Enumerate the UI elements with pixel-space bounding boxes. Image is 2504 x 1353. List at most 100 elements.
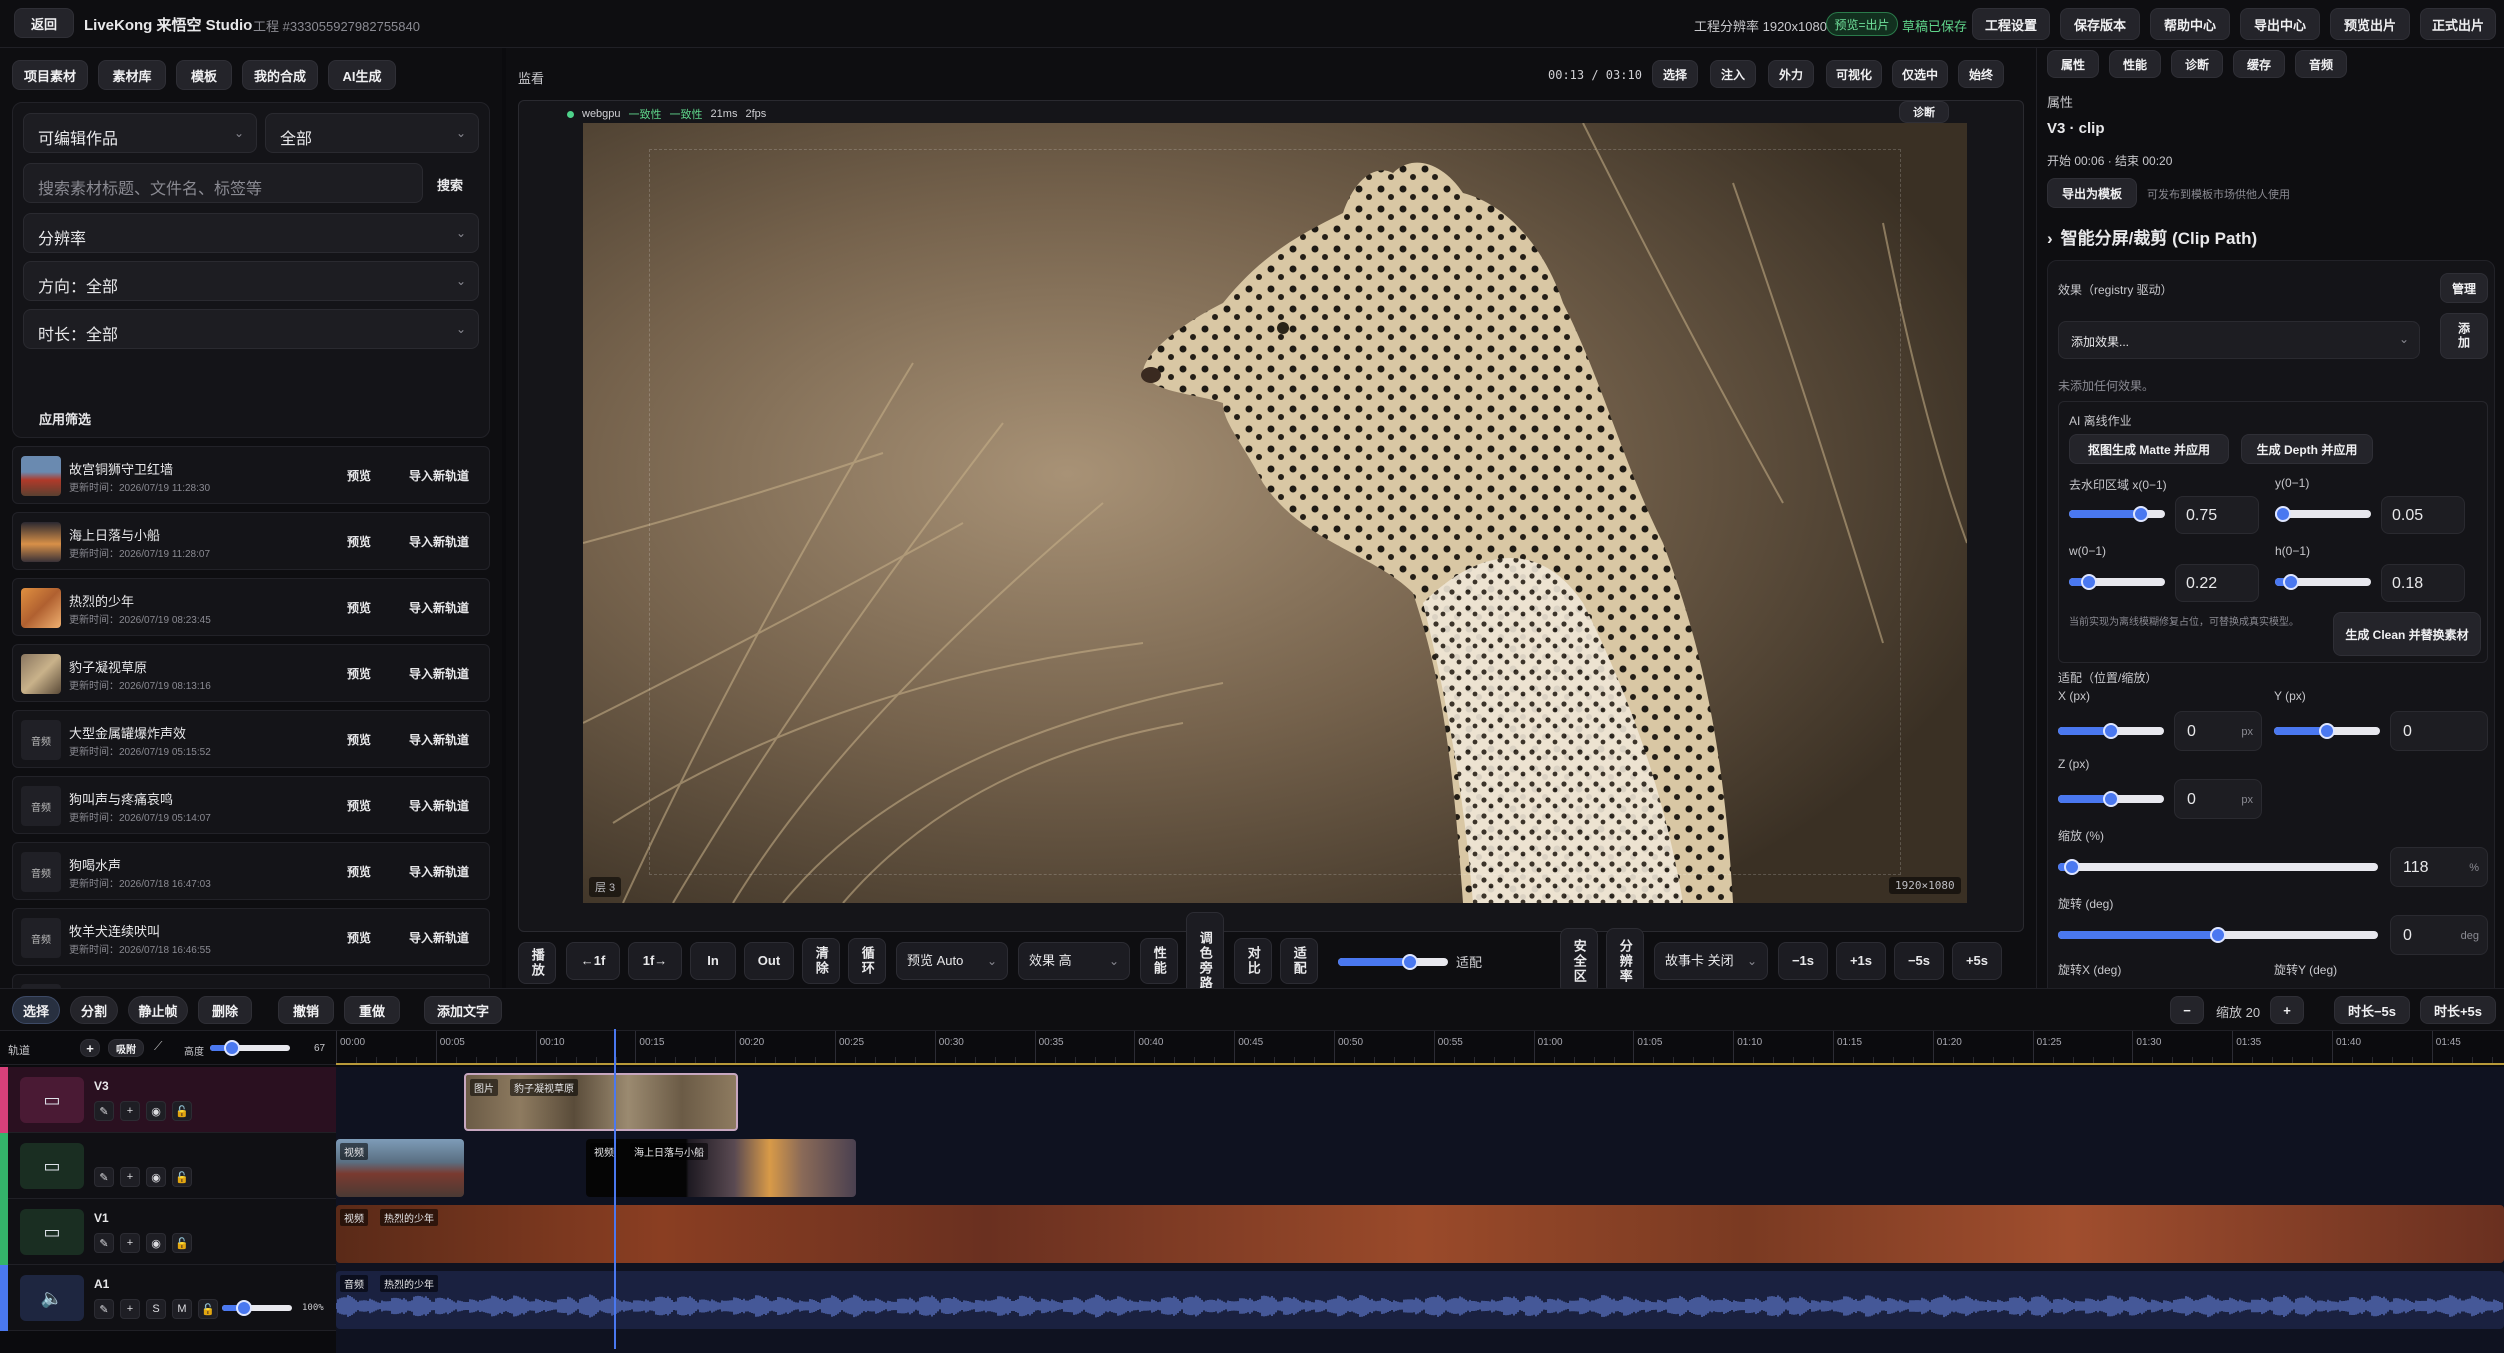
eye-icon[interactable]: ◉	[146, 1101, 166, 1121]
asset-preview-button[interactable]: 预览	[347, 731, 371, 748]
asset-item[interactable]: 音频 大型金属罐爆炸声效 更新时间：2026/07/19 05:15:52 预览 导入新…	[12, 710, 490, 768]
add-effect-select[interactable]: 添加效果... ⌄	[2058, 321, 2420, 359]
smart-split-header[interactable]: › 智能分屏/裁剪 (Clip Path)	[2047, 224, 2257, 249]
loop-button[interactable]: 循环	[848, 938, 886, 984]
zoom-slider[interactable]	[1338, 954, 1448, 970]
tab-project-assets[interactable]: 项目素材	[12, 60, 88, 90]
asset-import-button[interactable]: 导入新轨道	[409, 797, 469, 814]
back-button[interactable]: 返回	[14, 8, 74, 38]
safe-area-button[interactable]: 安全区	[1560, 928, 1598, 994]
duration-minus-button[interactable]: 时长−5s	[2334, 996, 2410, 1024]
freeze-frame-button[interactable]: 静止帧	[128, 996, 188, 1024]
tab-performance[interactable]: 性能	[2109, 50, 2161, 78]
audio-volume-slider[interactable]	[222, 1300, 292, 1316]
clip-leopard[interactable]: 图片 豹子凝视草原	[464, 1073, 738, 1131]
scale-input[interactable]: 118%	[2390, 847, 2488, 887]
clip-youth[interactable]: 视频 热烈的少年	[336, 1205, 2504, 1263]
tab-diagnostics[interactable]: 诊断	[2171, 50, 2223, 78]
search-input[interactable]: 搜索素材标题、文件名、标签等	[23, 163, 423, 203]
rotation-slider[interactable]	[2058, 927, 2378, 943]
zoom-out-button[interactable]: −	[2170, 996, 2204, 1024]
clear-button[interactable]: 清除	[802, 938, 840, 984]
plus-5s-button[interactable]: +5s	[1952, 942, 2002, 980]
select-tool-button[interactable]: 选择	[12, 996, 60, 1024]
z-slider[interactable]	[2058, 791, 2164, 807]
asset-import-button[interactable]: 导入新轨道	[409, 533, 469, 550]
asset-preview-button[interactable]: 预览	[347, 467, 371, 484]
apply-filter-button[interactable]: 应用筛选	[39, 409, 91, 428]
help-center-button[interactable]: 帮助中心	[2150, 8, 2230, 40]
export-center-button[interactable]: 导出中心	[2240, 8, 2320, 40]
clip-palace[interactable]: 视频	[336, 1139, 464, 1197]
plus-1s-button[interactable]: +1s	[1836, 942, 1886, 980]
track-header[interactable]: ▭ ✎ + ◉ 🔓	[0, 1133, 336, 1199]
search-button[interactable]: 搜索	[437, 175, 463, 194]
wm-x-slider[interactable]	[2069, 506, 2165, 522]
tab-templates[interactable]: 模板	[176, 60, 232, 90]
lock-icon[interactable]: 🔓	[172, 1167, 192, 1187]
duration-select[interactable]: 时长：全部 ⌄	[23, 309, 479, 349]
tool-always[interactable]: 始终	[1958, 60, 2004, 88]
resolution-select[interactable]: 分辨率 ⌄	[23, 213, 479, 253]
tool-select[interactable]: 选择	[1652, 60, 1698, 88]
wm-x-input[interactable]: 0.75	[2175, 496, 2259, 534]
clean-button[interactable]: 生成 Clean 并替换素材	[2333, 612, 2481, 656]
tool-visualize[interactable]: 可视化	[1826, 60, 1882, 88]
time-ruler[interactable]: 00:00 00:05 00:10 00:15 00:20 00:25 00:30 00:35…	[336, 1031, 2504, 1065]
performance-button[interactable]: 性能	[1140, 938, 1178, 984]
add-text-button[interactable]: 添加文字	[424, 996, 502, 1024]
asset-import-button[interactable]: 导入新轨道	[409, 929, 469, 946]
eye-icon[interactable]: ◉	[146, 1233, 166, 1253]
asset-import-button[interactable]: 导入新轨道	[409, 467, 469, 484]
filter-all-select[interactable]: 全部 ⌄	[265, 113, 479, 153]
tab-ai-generate[interactable]: AI生成	[328, 60, 396, 90]
duration-plus-button[interactable]: 时长+5s	[2420, 996, 2496, 1024]
asset-preview-button[interactable]: 预览	[347, 533, 371, 550]
add-icon[interactable]: +	[120, 1299, 140, 1319]
viewer[interactable]: webgpu 一致性 一致性 21ms 2fps 诊断 层 3 1920×108…	[518, 100, 2024, 932]
playhead[interactable]	[614, 1029, 616, 1349]
prev-frame-button[interactable]: ←1f	[566, 942, 620, 980]
resolution-button[interactable]: 分辨率	[1606, 928, 1644, 994]
tab-asset-library[interactable]: 素材库	[98, 60, 166, 90]
asset-item[interactable]: 音频 牧羊犬连续吠叫 更新时间：2026/07/18 16:46:55 预览 导入新轨道	[12, 908, 490, 966]
minus-5s-button[interactable]: −5s	[1894, 942, 1944, 980]
asset-item[interactable]: 音频 狗喝水声 更新时间：2026/07/18 16:47:03 预览 导入新轨道	[12, 842, 490, 900]
track-height-slider[interactable]	[210, 1040, 290, 1056]
asset-import-button[interactable]: 导入新轨道	[409, 731, 469, 748]
delete-button[interactable]: 删除	[198, 996, 252, 1024]
asset-import-button[interactable]: 导入新轨道	[409, 665, 469, 682]
wm-y-input[interactable]: 0.05	[2381, 496, 2465, 534]
project-settings-button[interactable]: 工程设置	[1972, 8, 2050, 40]
asset-item[interactable]: 海上日落与小船 更新时间：2026/07/19 11:28:07 预览 导入新轨道	[12, 512, 490, 570]
diagnose-button[interactable]: 诊断	[1899, 101, 1949, 123]
asset-preview-button[interactable]: 预览	[347, 665, 371, 682]
lock-icon[interactable]: 🔓	[172, 1101, 192, 1121]
asset-item[interactable]: 音频 狗叫声与疼痛哀鸣 更新时间：2026/07/19 05:14:07 预览 导入新轨…	[12, 776, 490, 834]
depth-button[interactable]: 生成 Depth 并应用	[2241, 434, 2373, 464]
next-frame-button[interactable]: 1f→	[628, 942, 682, 980]
asset-preview-button[interactable]: 预览	[347, 797, 371, 814]
pen-icon[interactable]: ✎	[94, 1101, 114, 1121]
tab-my-compositions[interactable]: 我的合成	[242, 60, 318, 90]
asset-preview-button[interactable]: 预览	[347, 599, 371, 616]
add-icon[interactable]: +	[120, 1101, 140, 1121]
final-render-button[interactable]: 正式出片	[2420, 8, 2496, 40]
asset-preview-button[interactable]: 预览	[347, 863, 371, 880]
y-input[interactable]: 0	[2390, 711, 2488, 751]
solo-button[interactable]: S	[146, 1299, 166, 1319]
add-icon[interactable]: +	[120, 1167, 140, 1187]
asset-preview-button[interactable]: 预览	[347, 929, 371, 946]
in-point-button[interactable]: In	[690, 942, 736, 980]
lock-icon[interactable]: 🔓	[198, 1299, 218, 1319]
x-input[interactable]: 0 px	[2174, 711, 2262, 751]
wm-h-slider[interactable]	[2275, 574, 2371, 590]
tab-cache[interactable]: 缓存	[2233, 50, 2285, 78]
pen-icon[interactable]: ✎	[94, 1299, 114, 1319]
tab-audio[interactable]: 音频	[2295, 50, 2347, 78]
add-effect-button[interactable]: 添加	[2440, 313, 2488, 359]
track-header[interactable]: ▭ V1 ✎ + ◉ 🔓	[0, 1199, 336, 1265]
export-template-button[interactable]: 导出为模板	[2047, 178, 2137, 208]
direction-select[interactable]: 方向：全部 ⌄	[23, 261, 479, 301]
z-input[interactable]: 0 px	[2174, 779, 2262, 819]
